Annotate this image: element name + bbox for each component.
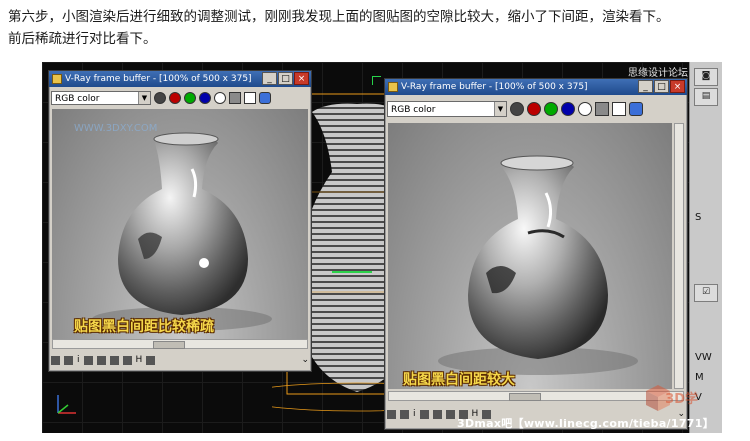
channel-select[interactable]: RGB color ▼ (51, 91, 151, 105)
curve-icon[interactable] (83, 355, 93, 365)
window-title: V-Ray frame buffer - [100% of 500 x 375] (65, 74, 252, 84)
save-icon[interactable] (595, 102, 609, 116)
article-text: 第六步，小图渲染后进行细致的调整测试，刚刚我发现上面的图贴图的空隙比较大，缩小了… (8, 6, 744, 50)
blue-channel-icon[interactable] (561, 102, 575, 116)
axis-gizmo (57, 395, 76, 414)
render-image (388, 123, 672, 389)
expand-icon[interactable]: ⌄ (301, 355, 309, 365)
render-caption-overlay: 贴图黑白间距较大 (403, 372, 515, 388)
render-caption: 贴图黑白间距比较稀疏 (74, 319, 214, 335)
render-image: WWW.3DXY.COM 贴图黑白间距比较稀疏 (52, 109, 308, 339)
panel-label-s: S (695, 212, 702, 223)
channel-value: RGB color (55, 94, 100, 104)
info-icon[interactable]: i (413, 409, 416, 419)
red-channel-icon[interactable] (169, 92, 181, 104)
panel-button[interactable]: ◙ (694, 68, 718, 86)
close-button[interactable]: × (670, 80, 685, 93)
watermark-3d: 3D学 (665, 392, 698, 407)
vase-render (92, 132, 272, 331)
window-title: V-Ray frame buffer - [100% of 500 x 375] (401, 82, 588, 92)
title-bar[interactable]: V-Ray frame buffer - [100% of 500 x 375]… (49, 71, 311, 87)
scroll-thumb[interactable] (153, 341, 185, 349)
maximize-button[interactable]: □ (654, 80, 669, 93)
blue-channel-icon[interactable] (199, 92, 211, 104)
watermark-bottom: 3Dmax吧【www.linecg.com/tieba/1771】 (456, 417, 714, 430)
info-icon[interactable]: i (77, 355, 80, 365)
compare-icon[interactable] (122, 355, 132, 365)
channel-value: RGB color (391, 105, 436, 115)
panel-label-vw: VW (695, 352, 712, 363)
3dsmax-screenshot: ◙ ▤ S ☑ VW M V 思缘设计论坛 V-Ray frame buffer… (42, 62, 722, 433)
chevron-down-icon: ▼ (138, 92, 150, 104)
curve-icon[interactable] (419, 409, 429, 419)
stamp-icon[interactable] (146, 355, 156, 365)
article-line-2: 前后稀疏进行对比看下。 (8, 31, 157, 47)
toggle-icon[interactable] (387, 409, 396, 419)
vase-render (438, 155, 638, 375)
close-button[interactable]: × (294, 72, 309, 85)
green-channel-icon[interactable] (184, 92, 196, 104)
lut-icon[interactable] (109, 355, 119, 365)
display-icon[interactable] (154, 92, 166, 104)
clear-icon[interactable] (612, 102, 626, 116)
window-icon (52, 74, 62, 84)
minimize-button[interactable]: _ (262, 72, 277, 85)
histogram-icon[interactable] (64, 355, 73, 365)
white-dot-icon[interactable] (214, 92, 226, 104)
toolbar: RGB color ▼ (51, 89, 309, 107)
teapot-render-icon[interactable] (259, 92, 271, 104)
command-panel[interactable]: ◙ ▤ S ☑ VW M V (689, 62, 722, 433)
lut-icon[interactable] (445, 409, 455, 419)
panel-button[interactable]: ▤ (694, 88, 718, 106)
display-icon[interactable] (510, 102, 524, 116)
clear-icon[interactable] (244, 92, 256, 104)
vray-frame-buffer-right[interactable]: V-Ray frame buffer - [100% of 500 x 375]… (384, 78, 688, 430)
scroll-thumb[interactable] (509, 393, 541, 401)
bottom-toolbar: i H ⌄ (51, 353, 309, 367)
levels-icon[interactable] (432, 409, 442, 419)
panel-checkbox[interactable]: ☑ (694, 284, 718, 302)
horizontal-scrollbar[interactable] (52, 339, 308, 349)
channel-select[interactable]: RGB color ▼ (387, 101, 507, 117)
toolbar: RGB color ▼ (387, 99, 685, 119)
selection-bracket (372, 76, 381, 85)
vray-frame-buffer-left[interactable]: V-Ray frame buffer - [100% of 500 x 375]… (48, 70, 312, 372)
save-icon[interactable] (229, 92, 241, 104)
red-channel-icon[interactable] (527, 102, 541, 116)
vertical-scrollbar[interactable] (674, 123, 684, 389)
panel-label-m: M (695, 372, 704, 383)
toggle-icon[interactable] (51, 355, 60, 365)
watermark-top: 思缘设计论坛 (628, 68, 688, 79)
levels-icon[interactable] (96, 355, 106, 365)
histogram-icon[interactable] (400, 409, 409, 419)
minimize-button[interactable]: _ (638, 80, 653, 93)
title-bar[interactable]: V-Ray frame buffer - [100% of 500 x 375]… (385, 79, 687, 95)
maximize-button[interactable]: □ (278, 72, 293, 85)
history-icon[interactable]: H (136, 355, 143, 365)
article-line-1: 第六步，小图渲染后进行细致的调整测试，刚刚我发现上面的图贴图的空隙比较大，缩小了… (8, 9, 670, 25)
white-dot-icon[interactable] (578, 102, 592, 116)
green-channel-icon[interactable] (544, 102, 558, 116)
chevron-down-icon: ▼ (494, 102, 506, 116)
teapot-render-icon[interactable] (629, 102, 643, 116)
window-icon (388, 82, 398, 92)
